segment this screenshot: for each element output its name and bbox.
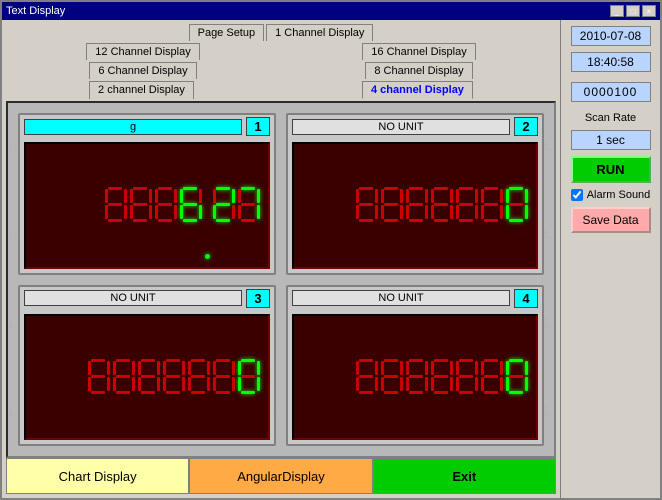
bottom-bar: Chart Display AngularDisplay Exit: [6, 458, 556, 494]
channel-2-header: NO UNIT 2: [288, 115, 542, 138]
channel-1-unit: g: [24, 119, 242, 135]
channel-2-display: [292, 142, 538, 269]
digit: [456, 187, 478, 223]
date-display: 2010-07-08: [571, 26, 651, 46]
window-title: Text Display: [6, 5, 65, 17]
digit: [138, 359, 160, 395]
channel-4-unit: NO UNIT: [292, 290, 510, 306]
decimal-point: [205, 254, 210, 259]
counter-display: 0000100: [571, 82, 651, 102]
channel-3-box: NO UNIT 3: [18, 285, 276, 447]
digit: [113, 359, 135, 395]
maximize-button[interactable]: □: [626, 5, 640, 17]
channels-grid: g 1: [18, 113, 544, 446]
digit-6: [180, 187, 202, 223]
channel-2-num: 2: [514, 117, 538, 136]
digit: [155, 187, 177, 223]
time-display: 18:40:58: [571, 52, 651, 72]
digit-0: [506, 187, 528, 223]
minimize-button[interactable]: _: [610, 5, 624, 17]
tab-16-channel[interactable]: 16 Channel Display: [362, 43, 475, 60]
tab-4-channel[interactable]: 4 channel Display: [362, 81, 473, 99]
save-data-button[interactable]: Save Data: [571, 207, 651, 233]
tab-2-channel[interactable]: 2 channel Display: [89, 81, 194, 99]
alarm-sound-label: Alarm Sound: [587, 189, 651, 201]
channel-1-header: g 1: [20, 115, 274, 138]
tab-row-2: 12 Channel Display 16 Channel Display: [6, 43, 556, 60]
channel-1-num: 1: [246, 117, 270, 136]
tab-page-setup[interactable]: Page Setup: [189, 24, 265, 41]
digit: [406, 187, 428, 223]
digit: [163, 359, 185, 395]
digit: [356, 187, 378, 223]
tab-row-4: 2 channel Display 4 channel Display: [6, 81, 556, 99]
digit-2: [213, 187, 235, 223]
channel-4-header: NO UNIT 4: [288, 287, 542, 310]
digit: [381, 187, 403, 223]
channel-1-display: [24, 142, 270, 269]
channel-3-unit: NO UNIT: [24, 290, 242, 306]
display-panel: LEGATOOL LEGATOOL LEGATOOL LEGATOOL LEGA…: [6, 101, 556, 458]
channel-1-box: g 1: [18, 113, 276, 275]
digit: [188, 359, 210, 395]
channel-3-display: [24, 314, 270, 441]
digit: [130, 187, 152, 223]
angular-display-button[interactable]: AngularDisplay: [189, 458, 372, 494]
scan-rate-value[interactable]: 1 sec: [571, 130, 651, 150]
digit: [481, 359, 503, 395]
digit: [431, 187, 453, 223]
alarm-sound-checkbox[interactable]: [571, 189, 583, 201]
channel-2-box: NO UNIT 2: [286, 113, 544, 275]
channel-4-num: 4: [514, 289, 538, 308]
scan-rate-label: Scan Rate: [585, 112, 636, 124]
digit: [356, 359, 378, 395]
digit: [431, 359, 453, 395]
tab-12-channel[interactable]: 12 Channel Display: [86, 43, 199, 60]
digit: [481, 187, 503, 223]
close-button[interactable]: ×: [642, 5, 656, 17]
content-area: Page Setup 1 Channel Display 12 Channel …: [2, 20, 660, 498]
digit-7: [238, 187, 260, 223]
digit-0: [238, 359, 260, 395]
channel-4-box: NO UNIT 4: [286, 285, 544, 447]
digit: [406, 359, 428, 395]
channel-3-num: 3: [246, 289, 270, 308]
digit: [105, 187, 127, 223]
digit-0: [506, 359, 528, 395]
digit: [381, 359, 403, 395]
channel-3-header: NO UNIT 3: [20, 287, 274, 310]
exit-button[interactable]: Exit: [373, 458, 556, 494]
sidebar: 2010-07-08 18:40:58 0000100 Scan Rate 1 …: [560, 20, 660, 498]
digit: [213, 359, 235, 395]
main-window: Text Display _ □ × Page Setup 1 Channel …: [0, 0, 662, 500]
tab-row-1: Page Setup 1 Channel Display: [6, 24, 556, 41]
main-area: Page Setup 1 Channel Display 12 Channel …: [2, 20, 560, 498]
channel-4-display: [292, 314, 538, 441]
channel-2-unit: NO UNIT: [292, 119, 510, 135]
tab-1-channel[interactable]: 1 Channel Display: [266, 24, 373, 41]
title-bar: Text Display _ □ ×: [2, 2, 660, 20]
digit: [456, 359, 478, 395]
tab-row-3: 6 Channel Display 8 Channel Display: [6, 62, 556, 79]
chart-display-button[interactable]: Chart Display: [6, 458, 189, 494]
tab-8-channel[interactable]: 8 Channel Display: [365, 62, 472, 79]
run-button[interactable]: RUN: [571, 156, 651, 183]
tab-6-channel[interactable]: 6 Channel Display: [89, 62, 196, 79]
alarm-row: Alarm Sound: [571, 189, 651, 201]
title-bar-buttons: _ □ ×: [610, 5, 656, 17]
digit: [88, 359, 110, 395]
